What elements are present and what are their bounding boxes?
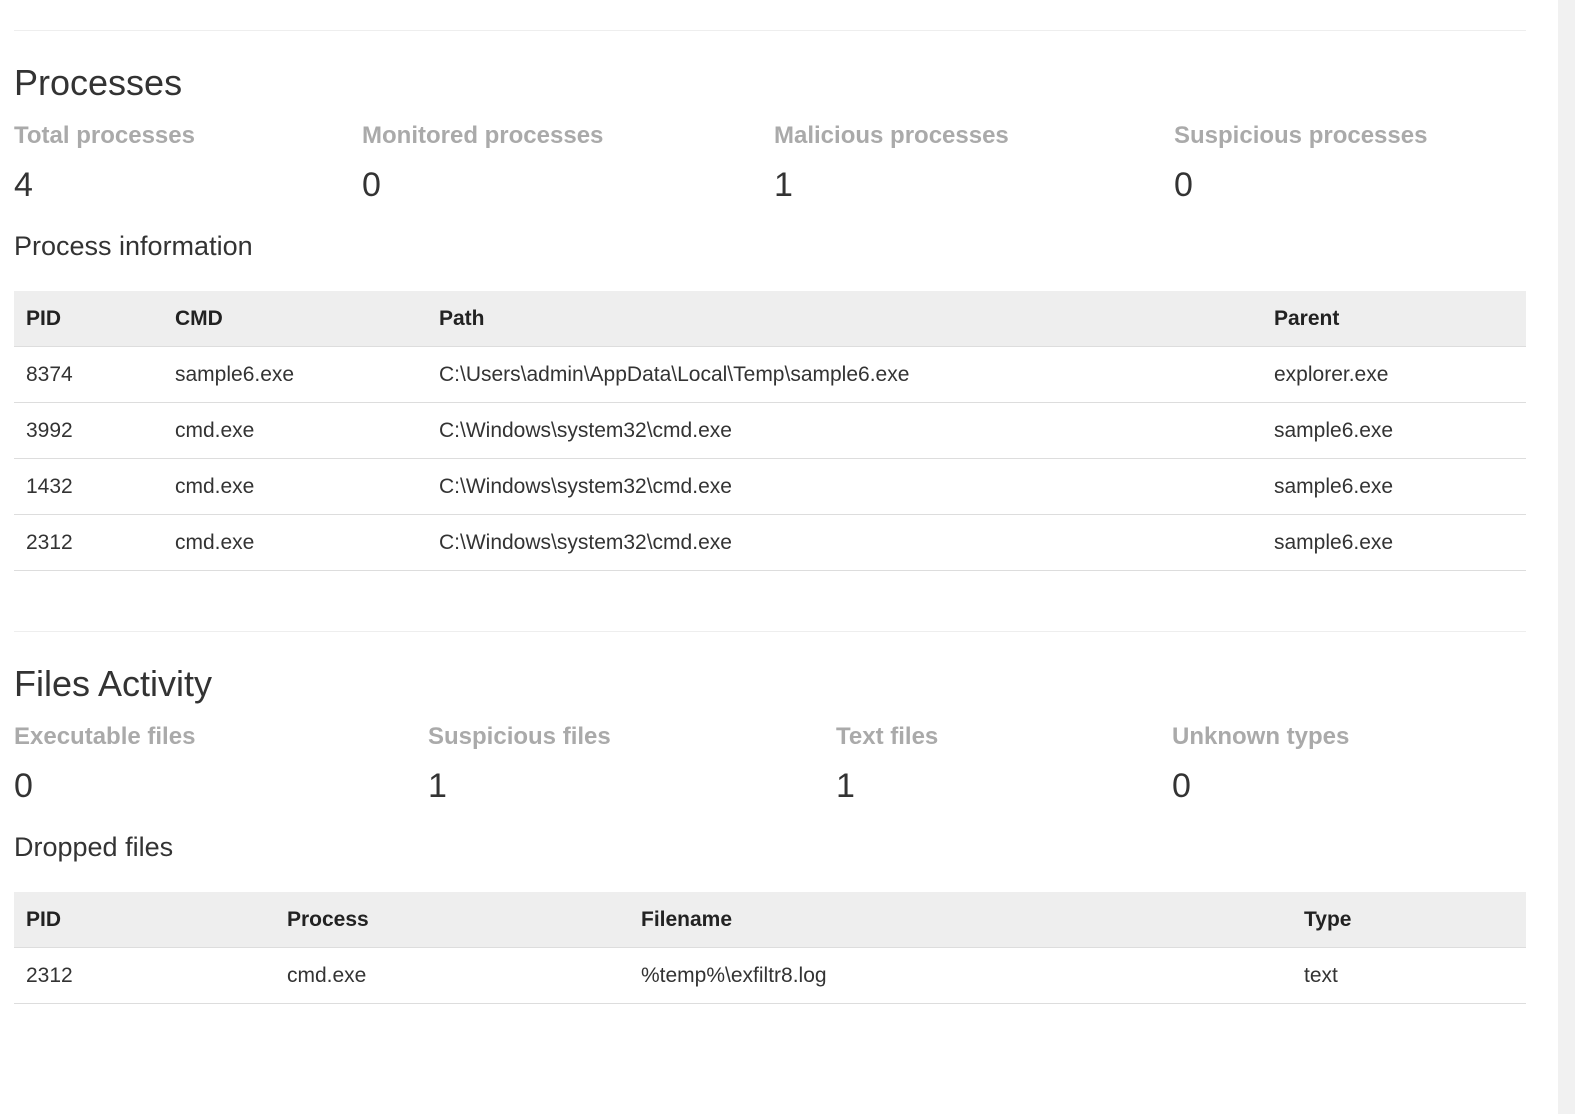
cell-pid: 3992	[14, 402, 163, 459]
cell-pid: 2312	[14, 514, 163, 571]
cell-parent: sample6.exe	[1262, 514, 1526, 571]
column-header-parent[interactable]: Parent	[1262, 291, 1526, 347]
table-row: 8374 sample6.exe C:\Users\admin\AppData\…	[14, 346, 1526, 403]
stat-value: 4	[14, 166, 33, 204]
column-header-cmd[interactable]: CMD	[163, 291, 427, 347]
cell-pid: 2312	[14, 947, 275, 1004]
cell-path: C:\Users\admin\AppData\Local\Temp\sample…	[427, 346, 1262, 403]
cell-type: text	[1292, 947, 1526, 1004]
stat-value: 0	[1172, 767, 1191, 805]
stat-label: Unknown types	[1172, 723, 1350, 750]
column-header-type[interactable]: Type	[1292, 892, 1526, 948]
cell-process: cmd.exe	[275, 947, 629, 1004]
stat-label: Suspicious processes	[1174, 122, 1428, 149]
stat-label: Total processes	[14, 122, 195, 149]
vertical-scrollbar[interactable]	[1558, 0, 1575, 1114]
stat-executable-files: Executable files 0	[14, 722, 195, 806]
cell-filename: %temp%\exfiltr8.log	[629, 947, 1292, 1004]
dropped-files-table: PID Process Filename Type 2312 cmd.exe %…	[14, 892, 1526, 1004]
files-activity-section-title: Files Activity	[14, 663, 213, 704]
stat-value: 1	[774, 166, 793, 204]
table-row: 3992 cmd.exe C:\Windows\system32\cmd.exe…	[14, 402, 1526, 459]
table-header-row: PID CMD Path Parent	[14, 291, 1526, 347]
report-page: Processes Total processes 4 Monitored pr…	[0, 0, 1575, 1114]
section-divider	[14, 631, 1526, 632]
cell-path: C:\Windows\system32\cmd.exe	[427, 458, 1262, 515]
column-header-pid[interactable]: PID	[14, 892, 275, 948]
section-divider	[14, 30, 1526, 31]
files-stats: Executable files 0 Suspicious files 1 Te…	[14, 722, 1526, 822]
stat-label: Text files	[836, 723, 939, 750]
table-header-row: PID Process Filename Type	[14, 892, 1526, 948]
cell-path: C:\Windows\system32\cmd.exe	[427, 514, 1262, 571]
stat-label: Suspicious files	[428, 723, 611, 750]
cell-parent: sample6.exe	[1262, 402, 1526, 459]
stat-value: 0	[14, 767, 33, 805]
stat-label: Monitored processes	[362, 122, 604, 149]
stat-label: Malicious processes	[774, 122, 1009, 149]
table-row: 2312 cmd.exe %temp%\exfiltr8.log text	[14, 947, 1526, 1004]
stat-suspicious-processes: Suspicious processes 0	[1174, 121, 1427, 205]
stat-value: 1	[836, 767, 855, 805]
cell-cmd: cmd.exe	[163, 514, 427, 571]
processes-section-title: Processes	[14, 62, 183, 103]
cell-parent: explorer.exe	[1262, 346, 1526, 403]
process-information-table: PID CMD Path Parent 8374 sample6.exe C:\…	[14, 291, 1526, 571]
cell-parent: sample6.exe	[1262, 458, 1526, 515]
stat-value: 1	[428, 767, 447, 805]
stat-monitored-processes: Monitored processes 0	[362, 121, 603, 205]
cell-cmd: cmd.exe	[163, 402, 427, 459]
processes-stats: Total processes 4 Monitored processes 0 …	[14, 121, 1526, 221]
stat-suspicious-files: Suspicious files 1	[428, 722, 611, 806]
column-header-filename[interactable]: Filename	[629, 892, 1292, 948]
column-header-path[interactable]: Path	[427, 291, 1262, 347]
table-row: 2312 cmd.exe C:\Windows\system32\cmd.exe…	[14, 514, 1526, 571]
stat-label: Executable files	[14, 723, 196, 750]
cell-cmd: cmd.exe	[163, 458, 427, 515]
process-information-title: Process information	[14, 231, 253, 261]
column-header-pid[interactable]: PID	[14, 291, 163, 347]
stat-malicious-processes: Malicious processes 1	[774, 121, 1009, 205]
stat-value: 0	[362, 166, 381, 204]
stat-total-processes: Total processes 4	[14, 121, 195, 205]
column-header-process[interactable]: Process	[275, 892, 629, 948]
stat-unknown-types: Unknown types 0	[1172, 722, 1349, 806]
cell-path: C:\Windows\system32\cmd.exe	[427, 402, 1262, 459]
stat-value: 0	[1174, 166, 1193, 204]
table-row: 1432 cmd.exe C:\Windows\system32\cmd.exe…	[14, 458, 1526, 515]
report-content: Processes Total processes 4 Monitored pr…	[14, 0, 1526, 1004]
cell-cmd: sample6.exe	[163, 346, 427, 403]
cell-pid: 8374	[14, 346, 163, 403]
dropped-files-title: Dropped files	[14, 832, 174, 862]
cell-pid: 1432	[14, 458, 163, 515]
stat-text-files: Text files 1	[836, 722, 938, 806]
